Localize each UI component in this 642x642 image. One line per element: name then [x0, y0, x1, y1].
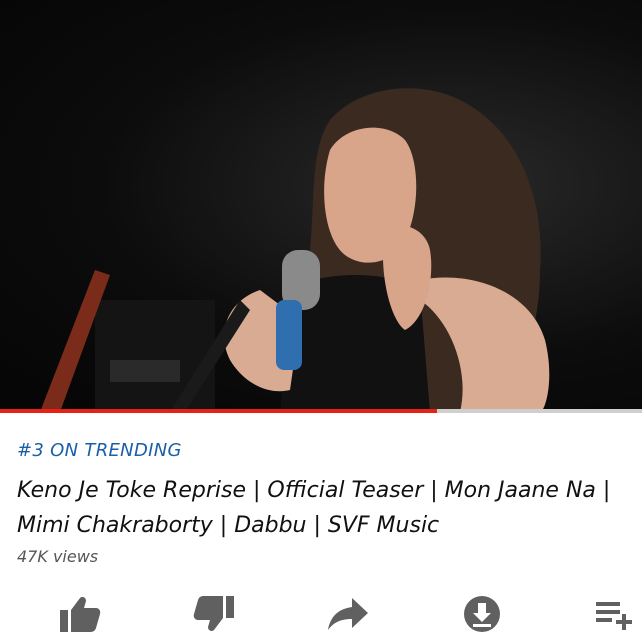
microphone-body-shape: [276, 300, 302, 370]
video-frame: [40, 88, 550, 412]
share-button[interactable]: [324, 590, 372, 638]
like-button[interactable]: [56, 590, 104, 638]
view-count: 47K views: [17, 547, 99, 566]
video-progress-played: [0, 409, 437, 413]
thumbs-up-icon: [60, 597, 101, 632]
trending-badge[interactable]: #3 ON TRENDING: [17, 440, 182, 461]
thumbs-down-icon: [193, 596, 234, 631]
share-arrow-icon: [328, 598, 368, 630]
add-to-playlist-button[interactable]: [590, 590, 638, 638]
action-bar: [0, 590, 642, 638]
dislike-button[interactable]: [190, 590, 238, 638]
download-icon: [464, 596, 500, 632]
download-button[interactable]: [458, 590, 506, 638]
playlist-add-icon: [596, 602, 632, 630]
amplifier-shape: [95, 300, 215, 412]
amplifier-label-shape: [110, 360, 180, 382]
video-title[interactable]: Keno Je Toke Reprise | Official Teaser |…: [17, 473, 629, 543]
video-progress-bar[interactable]: [0, 409, 642, 413]
video-player[interactable]: [0, 0, 642, 412]
video-watch-screen: #3 ON TRENDING Keno Je Toke Reprise | Of…: [0, 0, 642, 642]
